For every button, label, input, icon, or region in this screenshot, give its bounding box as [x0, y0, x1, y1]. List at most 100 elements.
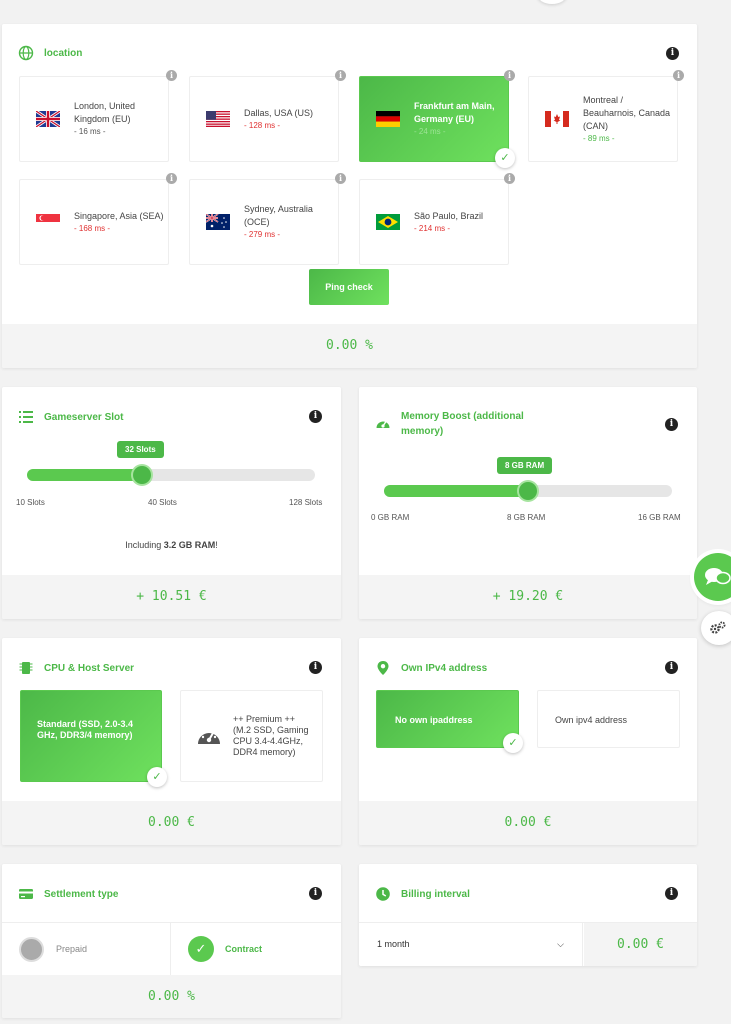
top-scroll-button[interactable] — [537, 0, 567, 4]
us-flag-icon — [206, 111, 230, 127]
chat-button[interactable] — [694, 553, 731, 601]
location-latency: - 24 ms - — [414, 127, 446, 136]
settlement-title: Settlement type — [44, 888, 119, 900]
memory-title: Memory Boost (additional memory) — [401, 411, 524, 437]
cpu-option-standard[interactable]: Standard (SSD, 2.0-3.4 GHz, DDR3/4 memor… — [20, 690, 162, 782]
slots-ram-note: Including 3.2 GB RAM! — [125, 540, 218, 550]
list-icon — [19, 411, 33, 423]
location-option[interactable]: London, United Kingdom (EU) - 16 ms - — [19, 76, 169, 162]
ipv4-own-label: Own ipv4 address — [555, 715, 628, 725]
location-name: Dallas, USA (US) — [244, 107, 314, 118]
location-latency: - 168 ms - — [74, 223, 111, 233]
slots-tick-max: 128 Slots — [289, 498, 323, 507]
location-footer: 0.00 % — [2, 324, 697, 368]
location-option[interactable]: Sydney, Australia (OCE) - 279 ms - — [189, 179, 339, 265]
slots-footer: + 10.51 € — [2, 575, 341, 619]
location-text: Singapore, Asia (SEA) - 168 ms - — [74, 210, 168, 235]
location-selected-check-icon: ✓ — [495, 148, 515, 168]
slots-info-icon[interactable]: i — [309, 410, 322, 423]
location-option[interactable]: Montreal / Beauharnois, Canada (CAN) - 89… — [528, 76, 678, 162]
location-card: location i London, United Kingdom (EU) - … — [2, 24, 697, 368]
br-flag-icon — [376, 214, 400, 230]
chat-bubbles-icon — [705, 568, 731, 585]
location-option[interactable]: Singapore, Asia (SEA) - 168 ms - — [19, 179, 169, 265]
location-info-icon[interactable]: i — [166, 70, 177, 81]
billing-interval-select[interactable]: 1 month ⌵ — [359, 923, 583, 966]
billing-card: Billing interval i 1 month ⌵ 0.00 € — [359, 864, 697, 966]
location-text: Frankfurt am Main, Germany (EU) - 24 ms - — [414, 100, 508, 138]
location-latency: - 89 ms - — [583, 133, 615, 143]
location-text: Montreal / Beauharnois, Canada (CAN) - 89… — [583, 94, 677, 145]
ipv4-none-check-icon: ✓ — [503, 733, 523, 753]
settlement-option-prepaid[interactable]: Prepaid — [2, 923, 171, 975]
location-info-icon[interactable]: i — [673, 70, 684, 81]
location-info-icon[interactable]: i — [504, 70, 515, 81]
au-flag-icon — [206, 214, 230, 230]
memory-card: Memory Boost (additional memory) i 8 GB … — [359, 387, 697, 619]
uk-flag-icon — [36, 111, 60, 127]
billing-info-icon[interactable]: i — [665, 887, 678, 900]
memory-slider[interactable] — [384, 482, 672, 500]
credit-card-icon — [19, 889, 33, 899]
clock-icon — [376, 887, 390, 901]
location-text: Sydney, Australia (OCE) - 279 ms - — [244, 203, 338, 241]
memory-tick-min: 0 GB RAM — [371, 513, 410, 522]
location-latency: - 214 ms - — [414, 223, 451, 233]
ipv4-card: Own IPv4 address i No own ipaddress ✓ Ow… — [359, 638, 697, 845]
location-info-icon[interactable]: i — [166, 173, 177, 184]
cpu-info-icon[interactable]: i — [309, 661, 322, 674]
gears-icon — [710, 621, 726, 634]
location-text: Dallas, USA (US) - 128 ms - — [244, 107, 338, 132]
slots-slider-fill — [27, 469, 143, 481]
ipv4-option-none[interactable]: No own ipaddress — [376, 690, 519, 748]
slots-value-bubble: 32 Slots — [117, 441, 164, 458]
slots-slider-handle[interactable] — [133, 466, 152, 484]
slots-tick-min: 10 Slots — [16, 498, 45, 507]
contract-label: Contract — [225, 944, 263, 954]
location-latency: - 279 ms - — [244, 230, 281, 239]
memory-footer: + 19.20 € — [359, 575, 697, 619]
cpu-option-premium[interactable]: ++ Premium ++ (M.2 SSD, Gaming CPU 3.4-4… — [180, 690, 323, 782]
location-header: location — [18, 45, 82, 61]
location-text: São Paulo, Brazil - 214 ms - — [414, 210, 508, 235]
location-title: location — [44, 47, 83, 59]
contract-radio-check-icon[interactable]: ✓ — [188, 936, 214, 962]
prepaid-radio[interactable] — [19, 936, 44, 962]
memory-value-bubble: 8 GB RAM — [497, 457, 553, 474]
ipv4-info-icon[interactable]: i — [665, 661, 678, 674]
ping-check-button[interactable]: Ping check — [309, 269, 389, 305]
globe-icon — [18, 45, 34, 61]
slots-tick-mid: 40 Slots — [148, 498, 177, 507]
billing-selected-value: 1 month — [377, 939, 410, 949]
slots-title: Gameserver Slot — [44, 411, 124, 423]
location-option[interactable]: Dallas, USA (US) - 128 ms - — [189, 76, 339, 162]
settings-button[interactable] — [701, 611, 731, 645]
location-name: London, United Kingdom (EU) — [74, 101, 136, 124]
cpu-standard-label: Standard (SSD, 2.0-3.4 GHz, DDR3/4 memor… — [37, 719, 134, 740]
billing-price: 0.00 € — [584, 923, 697, 966]
location-name: Singapore, Asia (SEA) — [74, 210, 164, 221]
prepaid-label: Prepaid — [56, 944, 88, 954]
location-name: Montreal / Beauharnois, Canada (CAN) — [583, 94, 671, 131]
settlement-info-icon[interactable]: i — [309, 887, 322, 900]
memory-tick-mid: 8 GB RAM — [507, 513, 546, 522]
memory-info-icon[interactable]: i — [665, 418, 678, 431]
ca-flag-icon — [545, 111, 569, 127]
settlement-option-contract[interactable]: ✓ Contract — [172, 923, 341, 975]
sg-flag-icon — [36, 214, 60, 230]
map-pin-icon — [377, 661, 389, 675]
slots-slider[interactable] — [27, 466, 315, 484]
location-info-icon[interactable]: i — [335, 173, 346, 184]
settlement-footer: 0.00 % — [2, 975, 341, 1018]
location-latency: - 16 ms - — [74, 127, 106, 136]
ipv4-option-own[interactable]: Own ipv4 address — [537, 690, 680, 748]
location-info-icon[interactable]: i — [504, 173, 515, 184]
location-option[interactable]: São Paulo, Brazil - 214 ms - — [359, 179, 509, 265]
location-text: London, United Kingdom (EU) - 16 ms - — [74, 100, 168, 138]
memory-slider-handle[interactable] — [519, 482, 537, 500]
location-info-icon[interactable]: i — [335, 70, 346, 81]
ipv4-footer: 0.00 € — [359, 801, 697, 845]
cpu-standard-check-icon: ✓ — [147, 767, 167, 787]
location-option[interactable]: Frankfurt am Main, Germany (EU) - 24 ms - — [359, 76, 509, 162]
location-info-icon[interactable]: i — [666, 47, 679, 60]
